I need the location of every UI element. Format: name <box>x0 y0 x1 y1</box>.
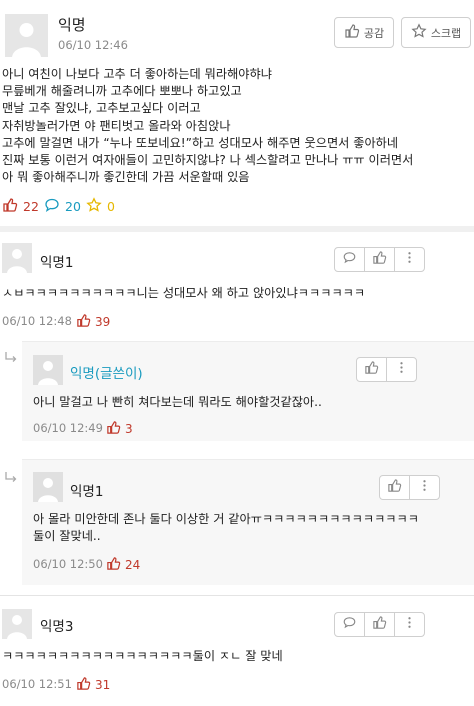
post-line: 자취방놀러가면 야 팬티벗고 올라와 아침앉나 <box>2 118 231 133</box>
comment-actions <box>356 357 417 382</box>
comment-like-button[interactable] <box>379 475 410 500</box>
like-button[interactable]: 공감 <box>334 17 394 48</box>
comment-like-count: 24 <box>106 556 140 574</box>
thumbs-up-icon <box>372 615 387 634</box>
comment-author: 익명3 <box>40 619 74 635</box>
comment-text: ㅋㅋㅋㅋㅋㅋㅋㅋㅋㅋㅋㅋㅋㅋㅋㅋㅋ둘이 ㅈㄴ 잘 맞네 <box>2 649 283 663</box>
avatar <box>2 243 32 273</box>
comment-like-button[interactable] <box>364 247 395 272</box>
comment-like-button[interactable] <box>356 357 387 382</box>
reply-arrow-icon <box>4 350 18 364</box>
thumbs-up-icon <box>344 23 360 42</box>
section-divider <box>0 226 474 232</box>
avatar <box>5 14 48 57</box>
thumbs-up-icon <box>76 313 91 331</box>
avatar <box>2 609 32 639</box>
scrap-button[interactable]: 스크랩 <box>401 17 471 48</box>
comment-like-count: 3 <box>106 420 133 438</box>
more-vertical-icon <box>417 478 432 497</box>
post-line: 아니 여친이 나보다 고추 더 좋아하는데 뭐라해야햐냐 <box>2 67 272 81</box>
like-button-label: 공감 <box>363 26 385 40</box>
post-line: 무릎베개 해줄려니까 고추에다 뽀뽀나 하고있고 <box>2 84 242 99</box>
speech-bubble-icon <box>342 615 357 634</box>
comment-like-count: 31 <box>76 676 110 694</box>
thumbs-up-icon <box>106 556 121 574</box>
comment-divider <box>0 595 474 596</box>
comment-time: 06/10 12:50 <box>33 557 103 571</box>
post-like-count: 22 <box>2 197 39 216</box>
comment-author: 익명1 <box>70 484 104 500</box>
star-icon <box>411 23 427 42</box>
comment-like-count: 39 <box>76 313 110 331</box>
avatar <box>33 355 63 385</box>
post-line: 고추에 말걸면 내가 “누나 또보네요!”하고 성대모사 해주면 웃으면서 좋아… <box>2 135 399 150</box>
reply-button[interactable] <box>334 247 365 272</box>
more-vertical-icon <box>402 615 417 634</box>
post-time: 06/10 12:46 <box>58 38 128 52</box>
post-author: 익명 <box>58 16 86 34</box>
post-scrap-count: 0 <box>86 197 115 216</box>
more-button[interactable] <box>409 475 440 500</box>
comment-text: 아 몰라 미안한데 존나 둘다 이상한 거 같아ㅠㅋㅋㅋㅋㅋㅋㅋㅋㅋㅋㅋㅋㅋㅋ <box>33 512 419 526</box>
reply-arrow-icon <box>4 470 18 484</box>
avatar <box>33 472 63 502</box>
post-line: 진짜 보통 이런거 여자애들이 고민하지않냐? 나 섹스할려고 만나나 ㅠㅠ 이… <box>2 153 414 168</box>
more-button[interactable] <box>394 247 425 272</box>
post-body: 아니 여친이 나보다 고추 더 좋아하는데 뭐라해야햐냐 무릎베개 해줄려니까 … <box>2 66 474 186</box>
star-icon <box>86 197 102 216</box>
more-button[interactable] <box>394 612 425 637</box>
thumbs-up-icon <box>364 360 379 379</box>
thumbs-up-icon <box>387 478 402 497</box>
thumbs-up-icon <box>76 676 91 694</box>
comment-author-op: 익명(글쓴이) <box>70 366 143 382</box>
comment-text: 둘이 잘맞네.. <box>33 529 101 543</box>
comment-text: ㅅㅂㅋㅋㅋㅋㅋㅋㅋㅋㅋㅋ니는 성대모사 왜 하고 앉아있냐ㅋㅋㅋㅋㅋㅋ <box>2 286 366 300</box>
comment-time: 06/10 12:49 <box>33 421 103 435</box>
post-line: 맨날 고추 잘있냐, 고추보고싶다 이러고 <box>2 101 201 116</box>
comment-text: 아니 말걸고 나 빤히 쳐다보는데 뭐라도 해야할것같잖아.. <box>33 395 322 409</box>
post-comment-count: 20 <box>44 197 81 216</box>
thumbs-up-icon <box>372 250 387 269</box>
more-vertical-icon <box>402 250 417 269</box>
more-vertical-icon <box>394 360 409 379</box>
reply-button[interactable] <box>334 612 365 637</box>
comment-time: 06/10 12:51 <box>2 677 72 691</box>
comment-time: 06/10 12:48 <box>2 314 72 328</box>
post-line: 아 뭐 좋아해주니까 좋긴한데 가끔 서운할때 있음 <box>2 170 250 185</box>
thumbs-up-icon <box>106 420 121 438</box>
comment-actions <box>334 612 425 637</box>
comment-actions <box>379 475 440 500</box>
more-button[interactable] <box>386 357 417 382</box>
comment-actions <box>334 247 425 272</box>
speech-bubble-icon <box>342 250 357 269</box>
scrap-button-label: 스크랩 <box>430 26 462 40</box>
speech-bubble-icon <box>44 197 60 216</box>
comment-like-button[interactable] <box>364 612 395 637</box>
comment-author: 익명1 <box>40 255 74 271</box>
thumbs-up-icon <box>2 197 18 216</box>
